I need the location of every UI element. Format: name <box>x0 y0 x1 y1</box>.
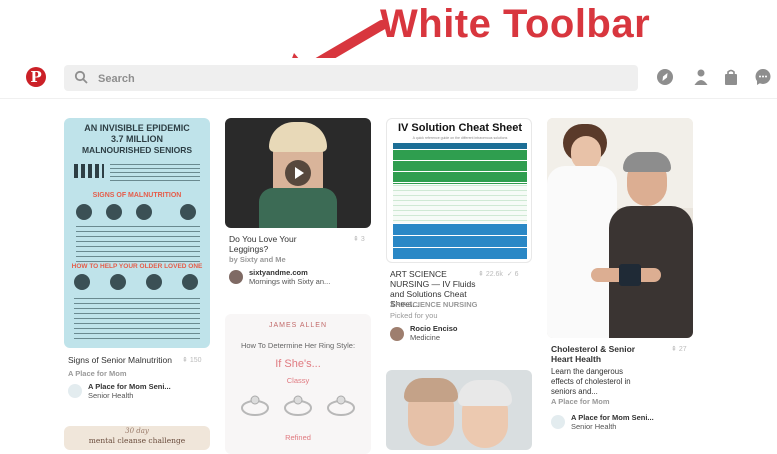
avatar <box>390 327 404 341</box>
pin-source[interactable]: A Place for Mom <box>68 369 126 378</box>
board-name[interactable]: Medicine <box>410 333 440 342</box>
pin-by[interactable]: by Sixty and Me <box>229 255 286 264</box>
pin-title[interactable]: Do You Love Your Leggings? <box>229 234 319 254</box>
compass-icon[interactable] <box>656 68 674 86</box>
ring-style-refined: Refined <box>285 433 311 442</box>
pin-card[interactable]: Do You Love Your Leggings? ⇞ 3 by Sixty … <box>225 118 371 298</box>
table-green-rows <box>393 150 527 184</box>
photo-nurse-coat <box>547 166 617 338</box>
pin-title[interactable]: Signs of Senior Malnutrition <box>68 355 178 365</box>
photo-bp-cuff <box>619 264 641 286</box>
poster-title: IV Solution Cheat Sheet <box>397 122 523 134</box>
table-header-row <box>393 143 527 149</box>
search-icon <box>74 70 88 84</box>
pin-image-video[interactable] <box>225 118 371 228</box>
pin-card[interactable]: Cholesterol & Senior Heart Health ⇞ 27 L… <box>547 118 693 438</box>
poster-filler <box>110 164 200 182</box>
pin-card[interactable]: AN INVISIBLE EPIDEMIC 3.7 MILLION MALNOU… <box>64 118 210 408</box>
poster-title-1: AN INVISIBLE EPIDEMIC <box>84 123 190 133</box>
pin-description: Learn the dangerous effects of cholester… <box>551 367 631 396</box>
poster-title-3: MALNOURISHED SENIORS <box>81 145 193 155</box>
pin-image-photo[interactable] <box>386 370 532 450</box>
photo-hair-right <box>458 380 512 406</box>
search-input[interactable] <box>96 69 620 89</box>
poster-filler <box>76 226 200 266</box>
search-bar[interactable] <box>64 65 638 91</box>
board-owner[interactable]: A Place for Mom Seni... <box>571 413 654 422</box>
pin-image-photo[interactable] <box>547 118 693 338</box>
picked-for-you: Picked for you <box>390 311 438 320</box>
poster-subtitle: A quick reference guide on the different… <box>412 136 508 140</box>
video-shirt <box>259 188 337 228</box>
pin-source[interactable]: A Place for Mom <box>551 397 609 406</box>
repin-count: ⇞ 3 <box>353 236 365 243</box>
board-name[interactable]: Senior Health <box>571 422 616 431</box>
repin-count: ⇞ 22.6k ✓ 6 <box>478 271 519 278</box>
pin-card[interactable]: IV Solution Cheat Sheet A quick referenc… <box>386 118 532 348</box>
ring-style-classy: Classy <box>286 376 310 385</box>
video-hair <box>269 122 327 152</box>
pin-image-cheatsheet[interactable]: IV Solution Cheat Sheet A quick referenc… <box>386 118 532 263</box>
pin-card[interactable] <box>386 370 532 450</box>
poster-title-2: 3.7 MILLION <box>110 134 163 144</box>
banner-text: mental cleanse challenge <box>88 436 186 445</box>
board-owner[interactable]: Rocio Enciso <box>410 324 458 333</box>
bag-icon[interactable] <box>722 68 740 86</box>
pin-title[interactable]: Cholesterol & Senior Heart Health <box>551 344 649 364</box>
photo-hair-left <box>404 378 458 402</box>
banner-top: 30 day <box>125 427 149 435</box>
people-graphic <box>74 164 104 178</box>
avatar <box>68 384 82 398</box>
poster-filler <box>74 298 200 342</box>
pin-card[interactable]: 30 day mental cleanse challenge <box>64 426 210 450</box>
avatar <box>551 415 565 429</box>
chat-icon[interactable] <box>754 68 772 86</box>
table-text-rows <box>393 185 527 223</box>
pin-image-banner[interactable]: 30 day mental cleanse challenge <box>64 426 210 450</box>
play-icon[interactable] <box>284 159 312 187</box>
rings-graphic <box>241 395 355 416</box>
pin-source[interactable]: ART SCIENCE NURSING <box>390 300 478 309</box>
table-blue-rows <box>393 224 527 260</box>
person-icon[interactable] <box>692 68 710 86</box>
poster-heading-help: HOW TO HELP YOUR OLDER LOVED ONE <box>71 263 203 270</box>
board-name[interactable]: Mornings with Sixty an... <box>249 277 330 286</box>
repin-count: ⇞ 27 <box>671 346 687 353</box>
brand-logo: JAMES ALLEN <box>268 322 328 329</box>
ring-heading: How To Determine Her Ring Style: <box>240 341 356 350</box>
repin-count: ⇞ 150 <box>182 357 202 364</box>
board-owner[interactable]: sixtyandme.com <box>249 268 308 277</box>
photo-patient-hair <box>623 152 671 172</box>
help-icon-row <box>74 274 200 292</box>
signs-icon-row <box>76 204 200 222</box>
top-toolbar: P <box>0 58 777 99</box>
photo-nurse-face <box>571 136 601 170</box>
pin-image-rings[interactable]: JAMES ALLEN How To Determine Her Ring St… <box>225 314 371 454</box>
pin-image-infographic[interactable]: AN INVISIBLE EPIDEMIC 3.7 MILLION MALNOU… <box>64 118 210 348</box>
annotation-label: White Toolbar <box>380 2 651 46</box>
pin-card[interactable]: JAMES ALLEN How To Determine Her Ring St… <box>225 314 371 454</box>
board-owner[interactable]: A Place for Mom Seni... <box>88 382 171 391</box>
pinterest-logo[interactable]: P <box>26 67 46 87</box>
avatar <box>229 270 243 284</box>
ring-subheading: If She's... <box>275 358 321 370</box>
poster-heading-signs: SIGNS OF MALNUTRITION <box>92 192 182 199</box>
board-name[interactable]: Senior Health <box>88 391 133 400</box>
